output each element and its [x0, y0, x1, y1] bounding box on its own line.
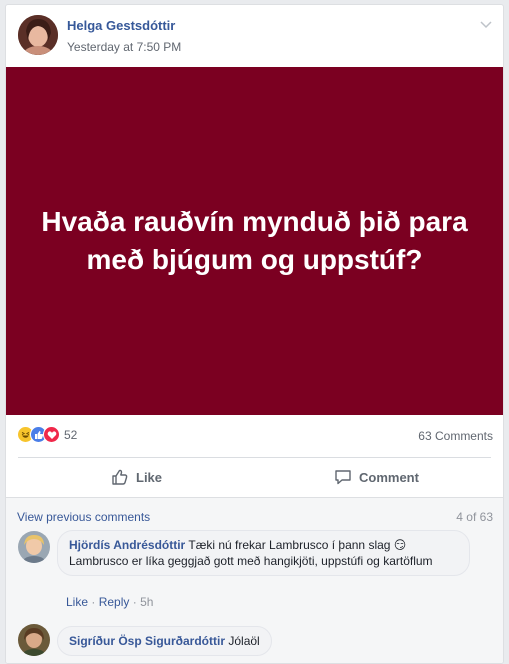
comment-text: Jólaöl [228, 634, 260, 648]
like-button-label: Like [136, 469, 163, 485]
comment-avatar-photo [18, 624, 50, 656]
post-stats: 52 63 Comments [6, 415, 503, 457]
like-thumb-icon [112, 469, 128, 485]
comment-author[interactable]: Hjördís Andrésdóttir [69, 538, 185, 552]
comment-time[interactable]: 5h [140, 595, 153, 609]
comment-avatar[interactable] [18, 624, 50, 656]
like-button[interactable]: Like [111, 465, 162, 489]
post-banner: Hvaða rauðvín mynduð þið para með bjúgum… [6, 67, 503, 415]
avatar-photo [18, 15, 58, 55]
post-card: Helga Gestsdóttir Yesterday at 7:50 PM H… [5, 4, 504, 664]
comment-button[interactable]: Comment [334, 465, 419, 489]
post-actions: Like Comment [6, 457, 503, 497]
love-icon [43, 426, 60, 443]
comment-button-label: Comment [359, 469, 419, 485]
post-timestamp[interactable]: Yesterday at 7:50 PM [67, 40, 181, 54]
comments-section: View previous comments 4 of 63 Hjördís A… [6, 497, 503, 663]
comment-icon [335, 470, 351, 485]
comment-reply-link[interactable]: Reply [99, 595, 130, 609]
reaction-count: 52 [64, 427, 78, 442]
comment-like-link[interactable]: Like [66, 595, 88, 609]
comment-avatar-photo [18, 531, 50, 563]
comment-bubble: Sigríður Ösp Sigurðardóttir Jólaöl [57, 626, 272, 656]
post-author-name[interactable]: Helga Gestsdóttir [67, 18, 175, 33]
comment-author[interactable]: Sigríður Ösp Sigurðardóttir [69, 634, 225, 648]
comment-avatar[interactable] [18, 531, 50, 563]
comment-count[interactable]: 63 Comments [418, 429, 493, 443]
view-previous-comments-link[interactable]: View previous comments [17, 510, 150, 524]
comments-pager: 4 of 63 [456, 510, 493, 524]
author-avatar[interactable] [18, 15, 58, 55]
comment-meta: Like · Reply · 5h [66, 595, 154, 609]
post-header: Helga Gestsdóttir Yesterday at 7:50 PM [6, 5, 503, 67]
chevron-down-icon[interactable] [479, 17, 493, 31]
reactions-summary[interactable]: 52 [17, 426, 77, 443]
post-banner-text: Hvaða rauðvín mynduð þið para með bjúgum… [41, 206, 468, 275]
comment-bubble: Hjördís Andrésdóttir Tæki nú frekar Lamb… [57, 530, 470, 576]
